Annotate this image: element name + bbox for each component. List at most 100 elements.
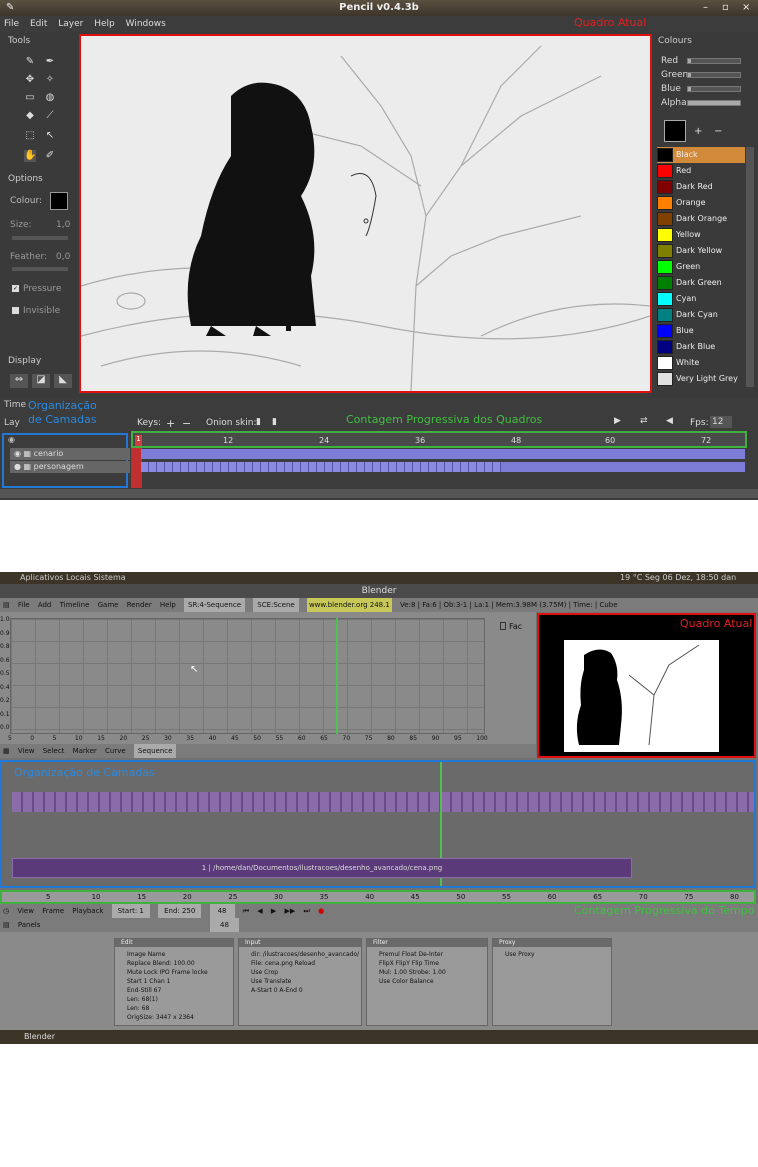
add-colour-icon[interactable]: + [694,126,702,137]
select-tool-icon[interactable]: ⬚ [24,130,36,142]
thin-lines-icon[interactable]: ◪ [32,374,50,388]
menu-help[interactable]: Help [90,16,119,32]
prev-key-icon[interactable]: ◀ [257,904,262,918]
pointer-tool-icon[interactable]: ↖ [44,130,56,142]
ipo-editor-type-icon[interactable]: ▦ [3,744,10,758]
ipo-editor[interactable]: 1.0 0.9 0.8 0.6 0.5 0.4 0.2 0.1 0.0 5 0 5 10 15 20 25 3… [0,612,536,744]
maximize-button[interactable]: ▫ [722,0,729,16]
sequence-editor[interactable]: Organização de Camadas 1 | /home/dan/Doc… [0,760,756,888]
seq-menu-playback[interactable]: Playback [72,904,103,918]
menu-edit[interactable]: Edit [26,16,51,32]
size-slider[interactable] [12,236,68,240]
end-icon[interactable]: ⏭ [304,904,310,918]
next-key-icon[interactable]: ▶▶ [285,904,296,918]
play-icon[interactable]: ▶ [271,904,276,918]
clear-tool-icon[interactable]: ◍ [44,92,56,104]
taskbar-blender[interactable]: Blender [0,1032,55,1041]
track-personagem-keys[interactable] [141,462,501,472]
close-button[interactable]: × [742,0,750,16]
play-icon[interactable]: ▶ [614,416,621,426]
blender-menu-file[interactable]: File [18,598,30,612]
ipo-menu-view[interactable]: View [18,744,35,758]
swatch-item[interactable]: Dark Red [657,179,745,195]
feather-slider[interactable] [12,267,68,271]
timeline-scrollbar[interactable] [0,489,758,498]
buttons-editor-type-icon[interactable]: ▤ [3,921,10,929]
seq-menu-view[interactable]: View [17,904,34,918]
blender-menu-help[interactable]: Help [160,598,176,612]
outlines-icon[interactable]: ◣ [54,374,72,388]
flip-horizontal-icon[interactable]: ⇔ [10,374,28,388]
colour-well[interactable] [50,192,68,210]
panel-line[interactable]: File: cena.png Reload [251,960,315,967]
panel-line[interactable]: A-Start 0 A-End 0 [251,987,303,994]
swatch-item[interactable]: Dark Blue [657,339,745,355]
layer-visible-icon[interactable]: ◉ ▦ [14,449,34,458]
panel-line[interactable]: Len: 68 [127,1005,149,1012]
time-ruler[interactable]: 5 10 15 20 25 30 35 40 45 50 55 60 65 70 75 80 [0,890,756,904]
screen-field[interactable]: SR:4-Sequence [184,598,246,612]
panel-line[interactable]: Use Proxy [505,951,535,958]
menu-windows[interactable]: Windows [122,16,170,32]
swatch-item[interactable]: Green [657,259,745,275]
panel-line[interactable]: Use Color Balance [379,978,434,985]
blue-slider[interactable] [687,86,741,92]
remove-colour-icon[interactable]: − [714,126,722,137]
brush-tool-icon[interactable]: ✐ [44,150,56,162]
ipo-menu-curve[interactable]: Curve [105,744,126,758]
green-slider[interactable] [687,72,741,78]
minimize-button[interactable]: – [703,0,708,16]
red-slider[interactable] [687,58,741,64]
seq-menu-frame[interactable]: Frame [42,904,64,918]
ipo-menu-select[interactable]: Select [43,744,65,758]
hand-tool-icon[interactable]: ✋ [24,150,36,162]
blender-menu-game[interactable]: Game [98,598,119,612]
swatch-item[interactable]: Yellow [657,227,745,243]
swatch-item[interactable]: Black [657,147,745,163]
swatch-item[interactable]: Orange [657,195,745,211]
add-key-icon[interactable]: + [166,417,175,430]
current-frame-marker[interactable]: 1 [135,435,142,446]
swatch-item[interactable]: Blue [657,323,745,339]
panel-line[interactable]: End-Still 67 [127,987,161,994]
remove-key-icon[interactable]: − [182,417,191,430]
smudge-tool-icon[interactable]: ✧ [44,74,56,86]
swatch-item[interactable]: Dark Cyan [657,307,745,323]
sound-icon[interactable]: ◀ [666,416,673,426]
swatch-item[interactable]: Dark Green [657,275,745,291]
track-cenario[interactable] [141,449,745,459]
bucket-tool-icon[interactable]: ◆ [24,110,36,122]
onion-prev-icon[interactable]: ▮ [256,417,261,427]
layer-visible-icon[interactable]: ● ▦ [14,462,34,471]
onion-next-icon[interactable]: ▮ [272,417,277,427]
rewind-icon[interactable]: ⏮ [243,904,249,918]
seq-editor-type-icon[interactable]: ◷ [3,904,9,918]
panel-line[interactable]: Image Name [127,951,165,958]
panel-line[interactable]: Mul: 1.00 Strobe: 1.00 [379,969,446,976]
blender-menu-timeline[interactable]: Timeline [60,598,90,612]
pressure-checkbox[interactable]: ✓ [12,285,19,292]
scene-field[interactable]: SCE:Scene [253,598,299,612]
current-colour-swatch[interactable] [664,120,686,142]
frame-ruler[interactable]: 1 12 24 36 48 60 72 [131,431,747,448]
panel-line[interactable]: Start 1 Chan 1 [127,978,171,985]
panel-line[interactable]: dir: /ilustracoes/desenho_avancado/ [251,951,359,958]
panel-line[interactable]: OrigSize: 3447 x 2364 [127,1014,194,1021]
fac-checkbox[interactable] [500,622,506,630]
eraser-tool-icon[interactable]: ▭ [24,92,36,104]
panel-line[interactable]: Replace Blend: 100.00 [127,960,195,967]
eyedropper-tool-icon[interactable]: ⟋ [44,110,56,122]
alpha-slider[interactable] [687,100,741,106]
swatch-item[interactable]: White [657,355,745,371]
layer-row-personagem[interactable]: ● ▦ personagem [10,461,130,473]
ipo-grid[interactable] [10,618,485,734]
pencil-tool-icon[interactable]: ✎ [24,56,36,68]
swatch-item[interactable]: Red [657,163,745,179]
end-field[interactable]: End: 250 [158,904,202,918]
drawing-canvas[interactable] [79,34,652,393]
image-strip-frames[interactable] [12,792,754,812]
blender-menu-add[interactable]: Add [38,598,52,612]
start-field[interactable]: Start: 1 [111,904,150,918]
blender-menu-render[interactable]: Render [127,598,152,612]
ipo-menu-marker[interactable]: Marker [73,744,97,758]
